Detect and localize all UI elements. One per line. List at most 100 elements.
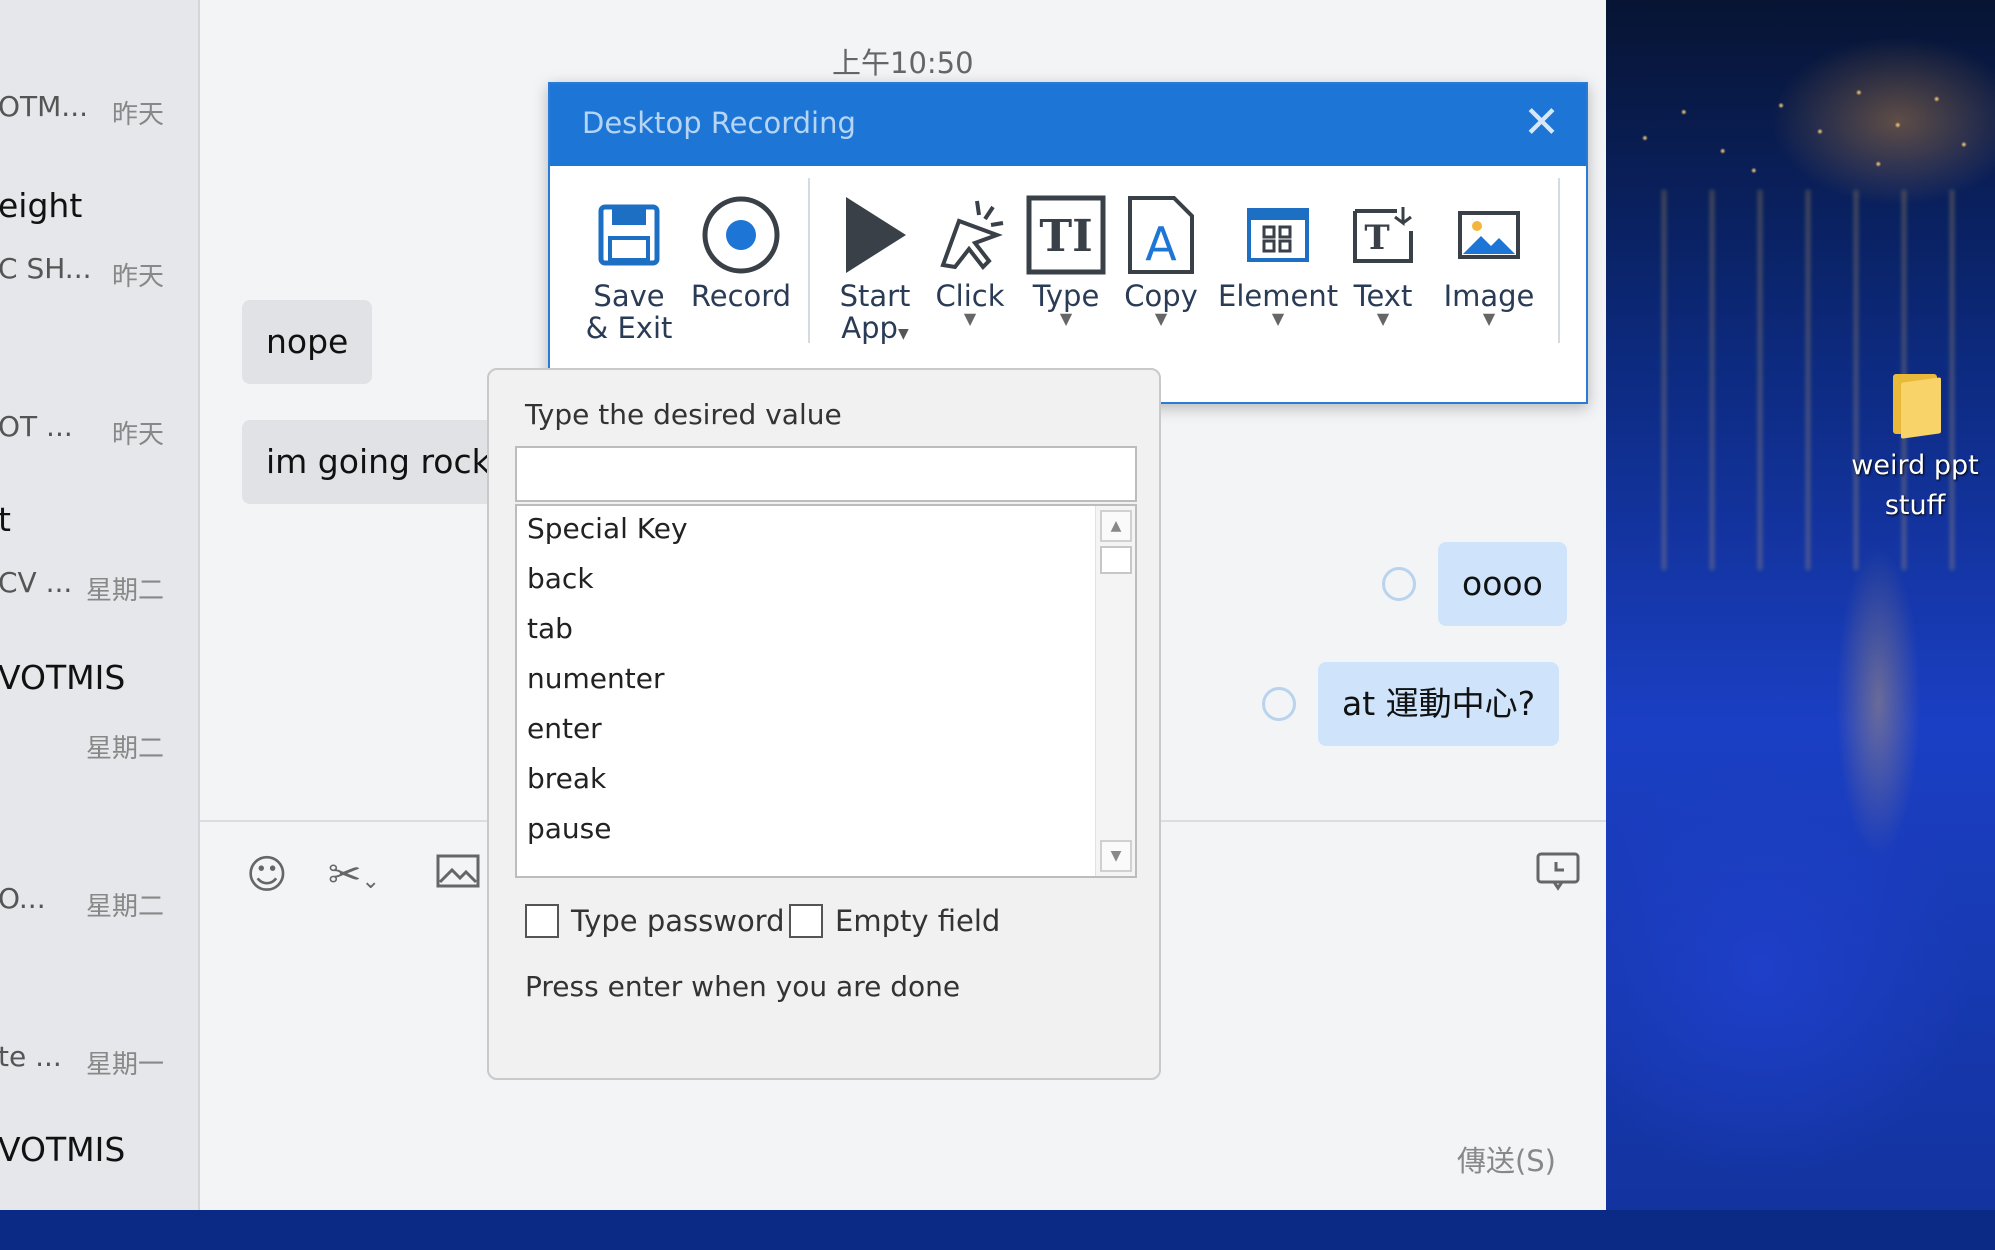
image-icon	[1438, 190, 1540, 280]
record-icon	[686, 190, 796, 280]
window-titlebar[interactable]: Desktop Recording ✕	[550, 84, 1586, 166]
element-label: Element	[1218, 279, 1339, 313]
conversation-time: 星期二	[85, 892, 164, 922]
done-hint: Press enter when you are done	[525, 970, 961, 1003]
type-value-hint: Type the desired value	[525, 398, 842, 431]
conversation-snippet: C SH...	[0, 252, 92, 285]
image-icon[interactable]	[436, 852, 480, 898]
image-button[interactable]: Image ▼	[1438, 190, 1540, 328]
svg-text:TI: TI	[1039, 211, 1092, 262]
conversation-time: 星期二	[85, 576, 164, 606]
copy-label: Copy	[1124, 279, 1198, 313]
conversation-time: 昨天	[111, 100, 164, 130]
special-key-list[interactable]: Special Key back tab numenter enter brea…	[515, 504, 1137, 878]
record-label: Record	[690, 279, 792, 313]
type-password-label: Type password	[571, 904, 785, 938]
click-button[interactable]: Click ▼	[930, 190, 1010, 328]
chevron-down-icon: ▼	[1059, 309, 1073, 328]
record-button[interactable]: Record	[686, 190, 796, 312]
save-exit-label: Save	[593, 279, 665, 313]
start-app-label: Start	[839, 279, 911, 313]
scissors-icon[interactable]: ✂⌄	[328, 852, 380, 898]
chevron-down-icon: ▼	[1154, 309, 1168, 328]
type-label: Type	[1032, 279, 1100, 313]
desktop-recording-window: Desktop Recording ✕ Save & Exit Record S…	[548, 82, 1588, 404]
chevron-down-icon: ▼	[963, 309, 977, 328]
scroll-up-icon[interactable]: ▲	[1100, 510, 1132, 542]
empty-field-label: Empty field	[835, 904, 1001, 938]
desktop-folder-label: weird ppt stuff	[1851, 450, 1979, 521]
list-item[interactable]: back	[527, 562, 594, 595]
checkbox-box[interactable]	[789, 904, 823, 938]
folder-icon	[1889, 370, 1941, 439]
send-button[interactable]: 傳送(S)	[1457, 1138, 1556, 1180]
list-item[interactable]: numenter	[527, 662, 664, 695]
emoji-icon[interactable]: ☺	[246, 852, 288, 898]
conversation-snippet: O...	[0, 882, 46, 915]
conversation-snippet: OT ...	[0, 410, 73, 443]
text-label: Text	[1353, 279, 1413, 313]
svg-text:T: T	[1364, 218, 1389, 258]
conversation-snippet: CV ...	[0, 566, 73, 599]
save-exit-label-2: & Exit	[585, 311, 673, 345]
save-icon	[584, 190, 674, 280]
conversation-time: 昨天	[111, 262, 164, 292]
desktop-wallpaper-lights	[1606, 60, 1995, 190]
text-icon: T	[1346, 190, 1420, 280]
play-icon	[828, 190, 922, 280]
toolbar-separator	[808, 178, 810, 343]
conversation-name: VOTMIS	[0, 658, 126, 697]
conversation-snippet: te ...	[0, 1040, 62, 1073]
click-icon	[930, 190, 1010, 280]
conversation-name: t	[0, 500, 11, 539]
copy-icon: A	[1118, 190, 1204, 280]
message-bubble-outgoing[interactable]: oooo	[1438, 542, 1567, 626]
chevron-down-icon: ▼	[1376, 309, 1390, 328]
list-item[interactable]: Special Key	[527, 512, 688, 545]
list-item[interactable]: tab	[527, 612, 573, 645]
conversation-time: 星期一	[85, 1050, 164, 1080]
message-bubble-incoming[interactable]: nope	[242, 300, 373, 384]
type-value-popup: Type the desired value Special Key back …	[487, 368, 1161, 1080]
list-scrollbar[interactable]: ▲ ▼	[1095, 506, 1135, 876]
click-label: Click	[935, 279, 1005, 313]
type-button[interactable]: TI Type ▼	[1022, 190, 1110, 328]
empty-field-checkbox[interactable]: Empty field	[789, 904, 1000, 938]
conversation-list: OTM... 昨天 eight C SH... 昨天 OT ... 昨天 t C…	[0, 0, 200, 1210]
scroll-down-icon[interactable]: ▼	[1100, 840, 1132, 872]
type-password-checkbox[interactable]: Type password	[525, 904, 785, 938]
conversation-name: VOTMIS	[0, 1130, 126, 1169]
toolbar-separator	[1558, 178, 1560, 343]
window-title: Desktop Recording	[582, 106, 856, 140]
conversation-time: 昨天	[111, 420, 164, 450]
read-status-icon	[1262, 687, 1296, 721]
svg-text:A: A	[1145, 217, 1177, 271]
conversation-name: eight	[0, 186, 83, 225]
start-app-label-2: App	[841, 311, 898, 345]
list-item[interactable]: pause	[527, 812, 612, 845]
message-timestamp: 上午10:50	[832, 46, 974, 80]
text-button[interactable]: T Text ▼	[1346, 190, 1420, 328]
conversation-time: 星期二	[85, 734, 164, 764]
chevron-down-icon: ▼	[1482, 309, 1496, 328]
copy-button[interactable]: A Copy ▼	[1118, 190, 1204, 328]
history-icon[interactable]	[1536, 852, 1580, 902]
checkbox-box[interactable]	[525, 904, 559, 938]
read-status-icon	[1382, 567, 1416, 601]
list-item[interactable]: enter	[527, 712, 602, 745]
chevron-down-icon: ▼	[1271, 309, 1285, 328]
element-icon	[1218, 190, 1338, 280]
type-icon: TI	[1022, 190, 1110, 280]
image-label: Image	[1443, 279, 1535, 313]
close-icon[interactable]: ✕	[1523, 98, 1560, 148]
save-exit-button[interactable]: Save & Exit	[584, 190, 674, 344]
desktop-folder-shortcut[interactable]: weird ppt stuff	[1840, 370, 1990, 526]
element-button[interactable]: Element ▼	[1218, 190, 1339, 328]
conversation-snippet: OTM...	[0, 90, 89, 123]
taskbar	[0, 1210, 1995, 1250]
message-bubble-outgoing[interactable]: at 運動中心?	[1318, 662, 1560, 746]
start-app-button[interactable]: Start App▼	[828, 190, 922, 350]
type-value-input[interactable]	[515, 446, 1137, 502]
list-item[interactable]: break	[527, 762, 606, 795]
scroll-thumb[interactable]	[1100, 546, 1132, 574]
